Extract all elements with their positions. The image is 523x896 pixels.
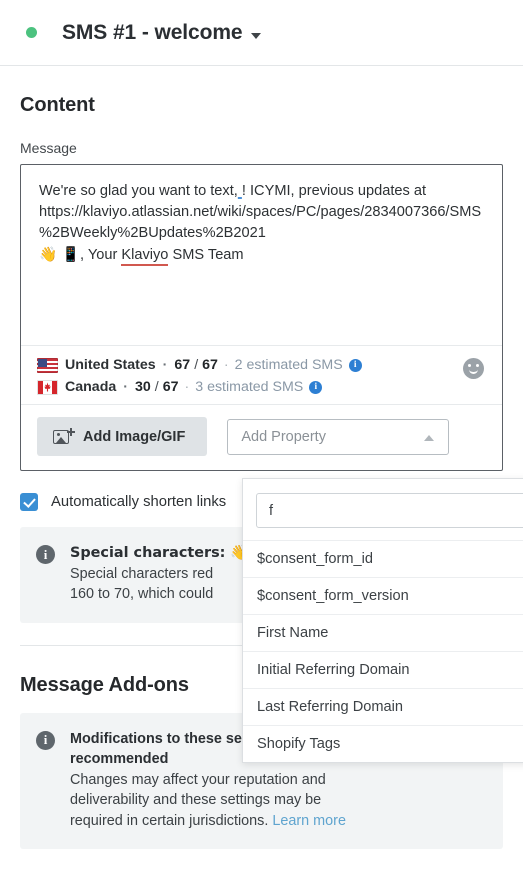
info-icon[interactable]: i [309,380,323,394]
learn-more-link[interactable]: Learn more [272,813,346,829]
counter-used-ca: 30 [134,379,151,395]
counter-separator-light: · [223,357,229,373]
message-composer: We're so glad you want to text, ! ICYMI,… [20,164,503,471]
dropdown-search-input[interactable] [256,493,523,528]
special-characters-line1: Special characters red [70,565,214,582]
smiley-icon[interactable] [463,358,484,379]
message-brand-word: Klaviyo [121,247,169,266]
composer-toolbar: Add Image/GIF Add Property [21,404,502,470]
counter-slash-us: / [194,357,199,373]
counter-limit-ca: 67 [162,379,179,395]
counter-slash-ca: / [154,379,159,395]
wave-phone-emoji: 👋 📱 [39,246,80,263]
counter-separator: · [162,357,168,373]
addons-notice-line3: required in certain jurisdictions. [70,812,273,829]
shorten-links-checkbox[interactable] [20,493,38,511]
addons-notice-title-line2: recommended [70,751,169,767]
counter-line-ca: Canada · 30 / 67 · 3 estimated SMS i [37,376,488,398]
page-title: SMS #1 - welcome [62,20,243,44]
shorten-links-label: Automatically shorten links [51,494,227,510]
counter-country-us: United States [65,357,156,373]
message-textarea[interactable]: We're so glad you want to text, ! ICYMI,… [21,165,502,345]
addons-notice-line1: Changes may affect your reputation and [70,771,326,788]
message-line3-b: SMS Team [168,247,244,263]
counter-used-us: 67 [174,357,191,373]
dropdown-item[interactable]: First Name [243,614,523,651]
us-flag-icon [37,357,58,373]
status-dot-icon [26,27,37,38]
addons-notice-line2: deliverability and these settings may be [70,792,322,808]
add-image-label: Add Image/GIF [83,428,186,445]
character-counter-row: United States · 67 / 67 · 2 estimated SM… [21,345,502,404]
add-property-select[interactable]: Add Property [227,418,450,455]
message-line2-url: https://klaviyo.atlassian.net/wiki/space… [39,204,482,241]
dropdown-item[interactable]: Initial Referring Domain [243,651,523,688]
message-field-label: Message [20,140,77,156]
dropdown-search-wrap [243,479,523,540]
counter-estimate-us: 2 estimated SMS [234,357,343,373]
counter-separator-light: · [184,379,190,395]
add-property-dropdown: $consent_form_id $consent_form_version F… [242,478,523,763]
sms-editor-screen: SMS #1 - welcome Content Message We're s… [0,0,523,896]
info-icon: i [36,730,55,750]
message-line1-b: ! ICYMI, previous updates at [241,183,427,199]
special-characters-title: Special characters: 👋 [70,545,249,561]
dropdown-item[interactable]: $consent_form_id [243,540,523,577]
chevron-up-icon [424,434,435,441]
add-property-placeholder: Add Property [241,428,326,445]
counter-separator: · [123,379,128,395]
dropdown-item[interactable]: $consent_form_version [243,577,523,614]
message-line3-a: , Your [79,247,122,263]
info-icon: i [36,545,55,564]
dropdown-item[interactable]: Shopify Tags [243,725,523,762]
content-section-title: Content [20,94,95,116]
image-plus-icon [53,428,75,445]
chevron-down-icon[interactable] [251,32,262,39]
dropdown-item[interactable]: Last Referring Domain [243,688,523,725]
special-characters-line2: 160 to 70, which could [70,586,214,602]
page-header: SMS #1 - welcome [0,0,523,66]
special-characters-body: Special characters: 👋 Special characters… [70,543,248,605]
ca-flag-icon [37,379,58,395]
counter-country-ca: Canada [65,379,117,395]
counter-limit-us: 67 [202,357,218,373]
counter-line-us: United States · 67 / 67 · 2 estimated SM… [37,354,488,376]
info-icon[interactable]: i [348,358,362,372]
message-line1-a: We're so glad you want to text, [39,183,238,199]
counter-estimate-ca: 3 estimated SMS [195,379,304,395]
add-image-button[interactable]: Add Image/GIF [37,417,208,456]
